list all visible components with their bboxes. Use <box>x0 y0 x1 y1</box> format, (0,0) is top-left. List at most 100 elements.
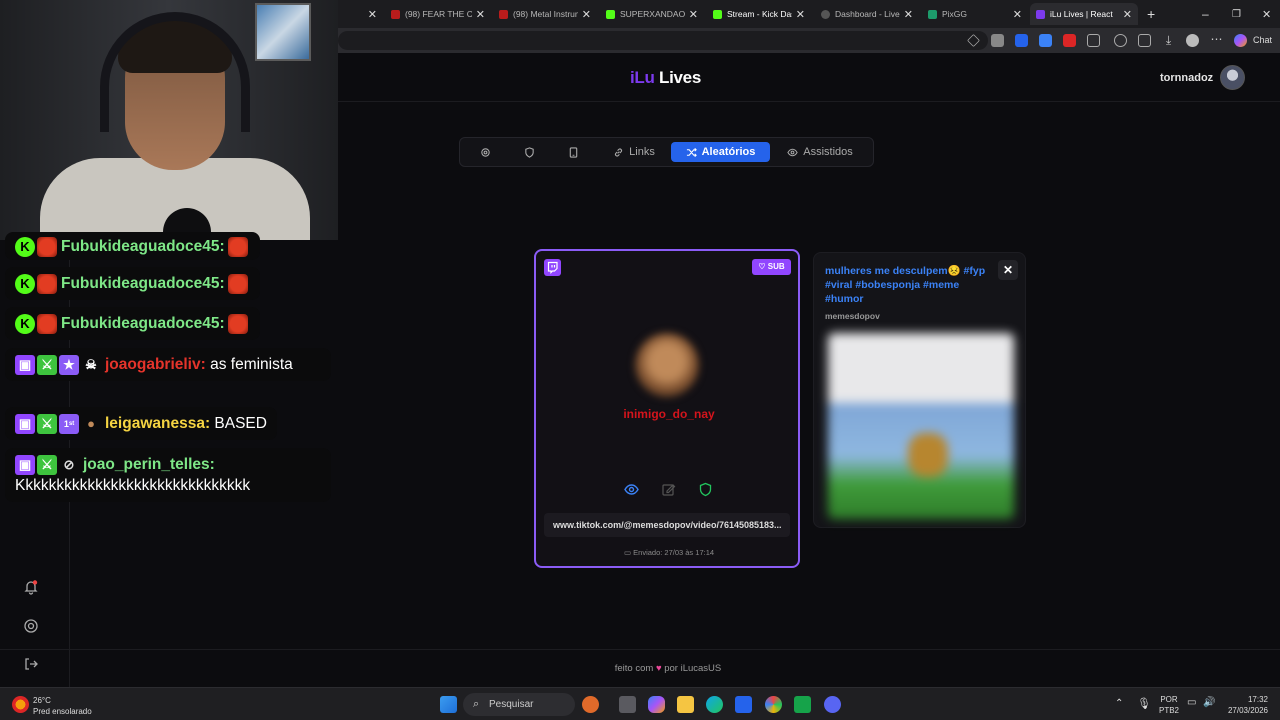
download-icon[interactable]: ⤓ <box>1162 34 1175 47</box>
twitch-icon: ▣ <box>15 454 35 475</box>
windows-start-icon[interactable] <box>440 696 457 713</box>
copilot-icon[interactable] <box>1234 34 1247 47</box>
extension-icon[interactable] <box>991 34 1004 47</box>
puzzle-icon[interactable] <box>1087 34 1100 47</box>
calendar-icon: ▭ <box>623 548 632 557</box>
language-indicator[interactable]: POR PTB2 <box>1159 694 1179 716</box>
chat-username: leigawanessa: <box>105 415 211 432</box>
weather-icon[interactable] <box>12 696 29 713</box>
star-icon: ★ <box>59 354 79 375</box>
edit-icon[interactable] <box>661 482 676 497</box>
video-link[interactable]: www.tiktok.com/@memesdopov/video/7614508… <box>544 513 790 537</box>
help-icon[interactable] <box>23 618 39 634</box>
submitter-name[interactable]: inimigo_do_nay <box>536 407 802 421</box>
footer-post[interactable]: por iLucasUS <box>664 663 721 674</box>
logo-suffix: Lives <box>654 68 701 87</box>
emote-icon <box>37 236 57 257</box>
browser-tab[interactable]: (98) Metal Instrume✕ <box>493 3 597 25</box>
search-icon: ⌕ <box>473 698 480 710</box>
footer-text: feito com ♥ por iLucasUS <box>0 663 1280 674</box>
widget-app-icon[interactable] <box>582 696 599 713</box>
app-icon[interactable] <box>794 696 811 713</box>
volume-icon[interactable]: 🔊 <box>1203 697 1215 708</box>
tab-aleatorios[interactable]: Aleatórios <box>671 142 770 162</box>
emote-icon <box>227 313 248 334</box>
close-icon[interactable]: ✕ <box>904 8 913 21</box>
tab-shield[interactable] <box>516 142 542 162</box>
edge-icon[interactable] <box>706 696 723 713</box>
sword-icon: ⚔ <box>37 413 57 434</box>
clock-date: 27/03/2026 <box>1227 706 1268 715</box>
close-icon[interactable]: ✕ <box>582 8 591 21</box>
chat-text: Kkkkkkkkkkkkkkkkkkkkkkkkkkkkkk <box>15 477 251 494</box>
app-logo[interactable]: iLu Lives <box>630 68 701 88</box>
maximize-button[interactable]: ❐ <box>1226 3 1244 25</box>
store-icon[interactable] <box>735 696 752 713</box>
chat-username: Fubukideaguadoce45: <box>61 238 225 255</box>
tab-settings[interactable] <box>472 142 498 162</box>
discord-icon[interactable] <box>824 696 841 713</box>
browser-tab[interactable]: Dashboard - LivePix✕ <box>815 3 919 25</box>
file-explorer-icon[interactable] <box>677 696 694 713</box>
video-thumbnail[interactable] <box>828 333 1014 519</box>
shield-check-icon[interactable] <box>698 482 713 497</box>
weather-widget[interactable]: 26°C Pred ensolarado <box>33 695 92 717</box>
tab-device[interactable] <box>560 142 586 162</box>
tab-close-prev[interactable]: ✕ <box>338 3 383 25</box>
close-icon[interactable]: ✕ <box>796 8 805 21</box>
network-icon[interactable]: ▭ <box>1187 697 1196 708</box>
video-preview-card[interactable]: mulheres me desculpem😣 #fyp #viral #bobe… <box>813 252 1026 528</box>
notification-bell-icon[interactable] <box>23 579 39 595</box>
globe-icon <box>821 9 830 19</box>
emote-icon <box>37 273 57 294</box>
chrome-icon[interactable] <box>765 696 782 713</box>
username[interactable]: tornnadoz <box>1160 72 1213 84</box>
browser-tab[interactable]: SUPERXANDAO Sh✕ <box>600 3 704 25</box>
extension-icon[interactable] <box>1063 34 1076 47</box>
close-window-button[interactable]: ✕ <box>1256 3 1274 25</box>
close-button[interactable]: ✕ <box>998 260 1018 280</box>
chevron-up-icon[interactable]: ⌃ <box>1115 698 1123 709</box>
browser-tab-active[interactable]: iLu Lives | React ✕ <box>1030 3 1138 25</box>
video-title[interactable]: mulheres me desculpem😣 #fyp #viral #bobe… <box>825 264 995 306</box>
watch-eye-icon[interactable] <box>624 482 639 497</box>
eye-off-icon: ⊘ <box>63 456 75 472</box>
sword-icon: ⚔ <box>37 454 57 475</box>
clock[interactable]: 17:32 27/03/2026 <box>1224 694 1268 716</box>
translate-icon[interactable] <box>1039 34 1052 47</box>
profile-icon[interactable] <box>1186 34 1199 47</box>
youtube-icon <box>499 9 508 19</box>
close-icon[interactable]: ✕ <box>476 8 485 21</box>
close-icon[interactable]: ✕ <box>1123 8 1132 21</box>
twitch-icon: ▣ <box>15 413 35 434</box>
browser-tab[interactable]: Stream - Kick Dashb✕ <box>707 3 811 25</box>
taskbar-search[interactable]: ⌕ Pesquisar <box>463 693 575 716</box>
chat-message: ▣ ⚔ 1ˢᵗ ● leigawanessa: BASED <box>5 407 277 440</box>
more-icon[interactable]: ⋯ <box>1210 33 1223 47</box>
tab-links[interactable]: Links <box>606 142 662 162</box>
kick-icon: K <box>15 236 35 257</box>
submission-card[interactable]: ♡ SUB inimigo_do_nay www.tiktok.com/@mem… <box>534 249 800 568</box>
microphone-icon[interactable]: 🎙 <box>1137 697 1151 710</box>
avatar[interactable] <box>1220 65 1245 90</box>
chat-message: ▣ ⚔ ⊘ joao_perin_telles: Kkkkkkkkkkkkkkkkkk… <box>5 448 331 502</box>
chat-username: joaogabrieliv: <box>105 356 206 373</box>
chat-button[interactable]: Chat <box>1253 35 1272 45</box>
tab-aleatorios-label: Aleatórios <box>701 146 756 158</box>
copilot-icon[interactable] <box>648 696 665 713</box>
link-icon <box>615 147 623 157</box>
task-view-icon[interactable] <box>619 696 636 713</box>
browser-tab[interactable]: PixGG ✕ <box>922 3 1028 25</box>
address-field[interactable] <box>338 31 988 50</box>
minimize-button[interactable]: – <box>1196 3 1214 25</box>
extension-icon[interactable] <box>1015 34 1028 47</box>
thumb-caption-area <box>828 333 1014 403</box>
close-icon[interactable]: ✕ <box>368 8 377 21</box>
close-icon[interactable]: ✕ <box>689 8 698 21</box>
browser-tab[interactable]: (98) FEAR THE CLO✕ <box>385 3 491 25</box>
tab-assistidos[interactable]: Assistidos <box>780 142 860 162</box>
close-icon[interactable]: ✕ <box>1013 8 1022 21</box>
favorites-icon[interactable] <box>1138 34 1151 47</box>
new-tab-button[interactable]: + <box>1141 3 1159 25</box>
settings-icon[interactable] <box>1114 34 1127 47</box>
